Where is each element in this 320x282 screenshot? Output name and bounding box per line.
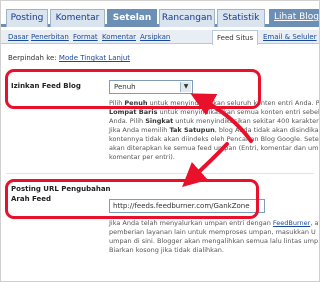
arrow-up-icon bbox=[190, 93, 253, 143]
arrow-down-icon bbox=[182, 142, 229, 188]
blogger-settings-window: { "tabs":[ {"label":"Posting"}, {"label"… bbox=[0, 0, 320, 282]
red-arrows bbox=[182, 93, 253, 188]
